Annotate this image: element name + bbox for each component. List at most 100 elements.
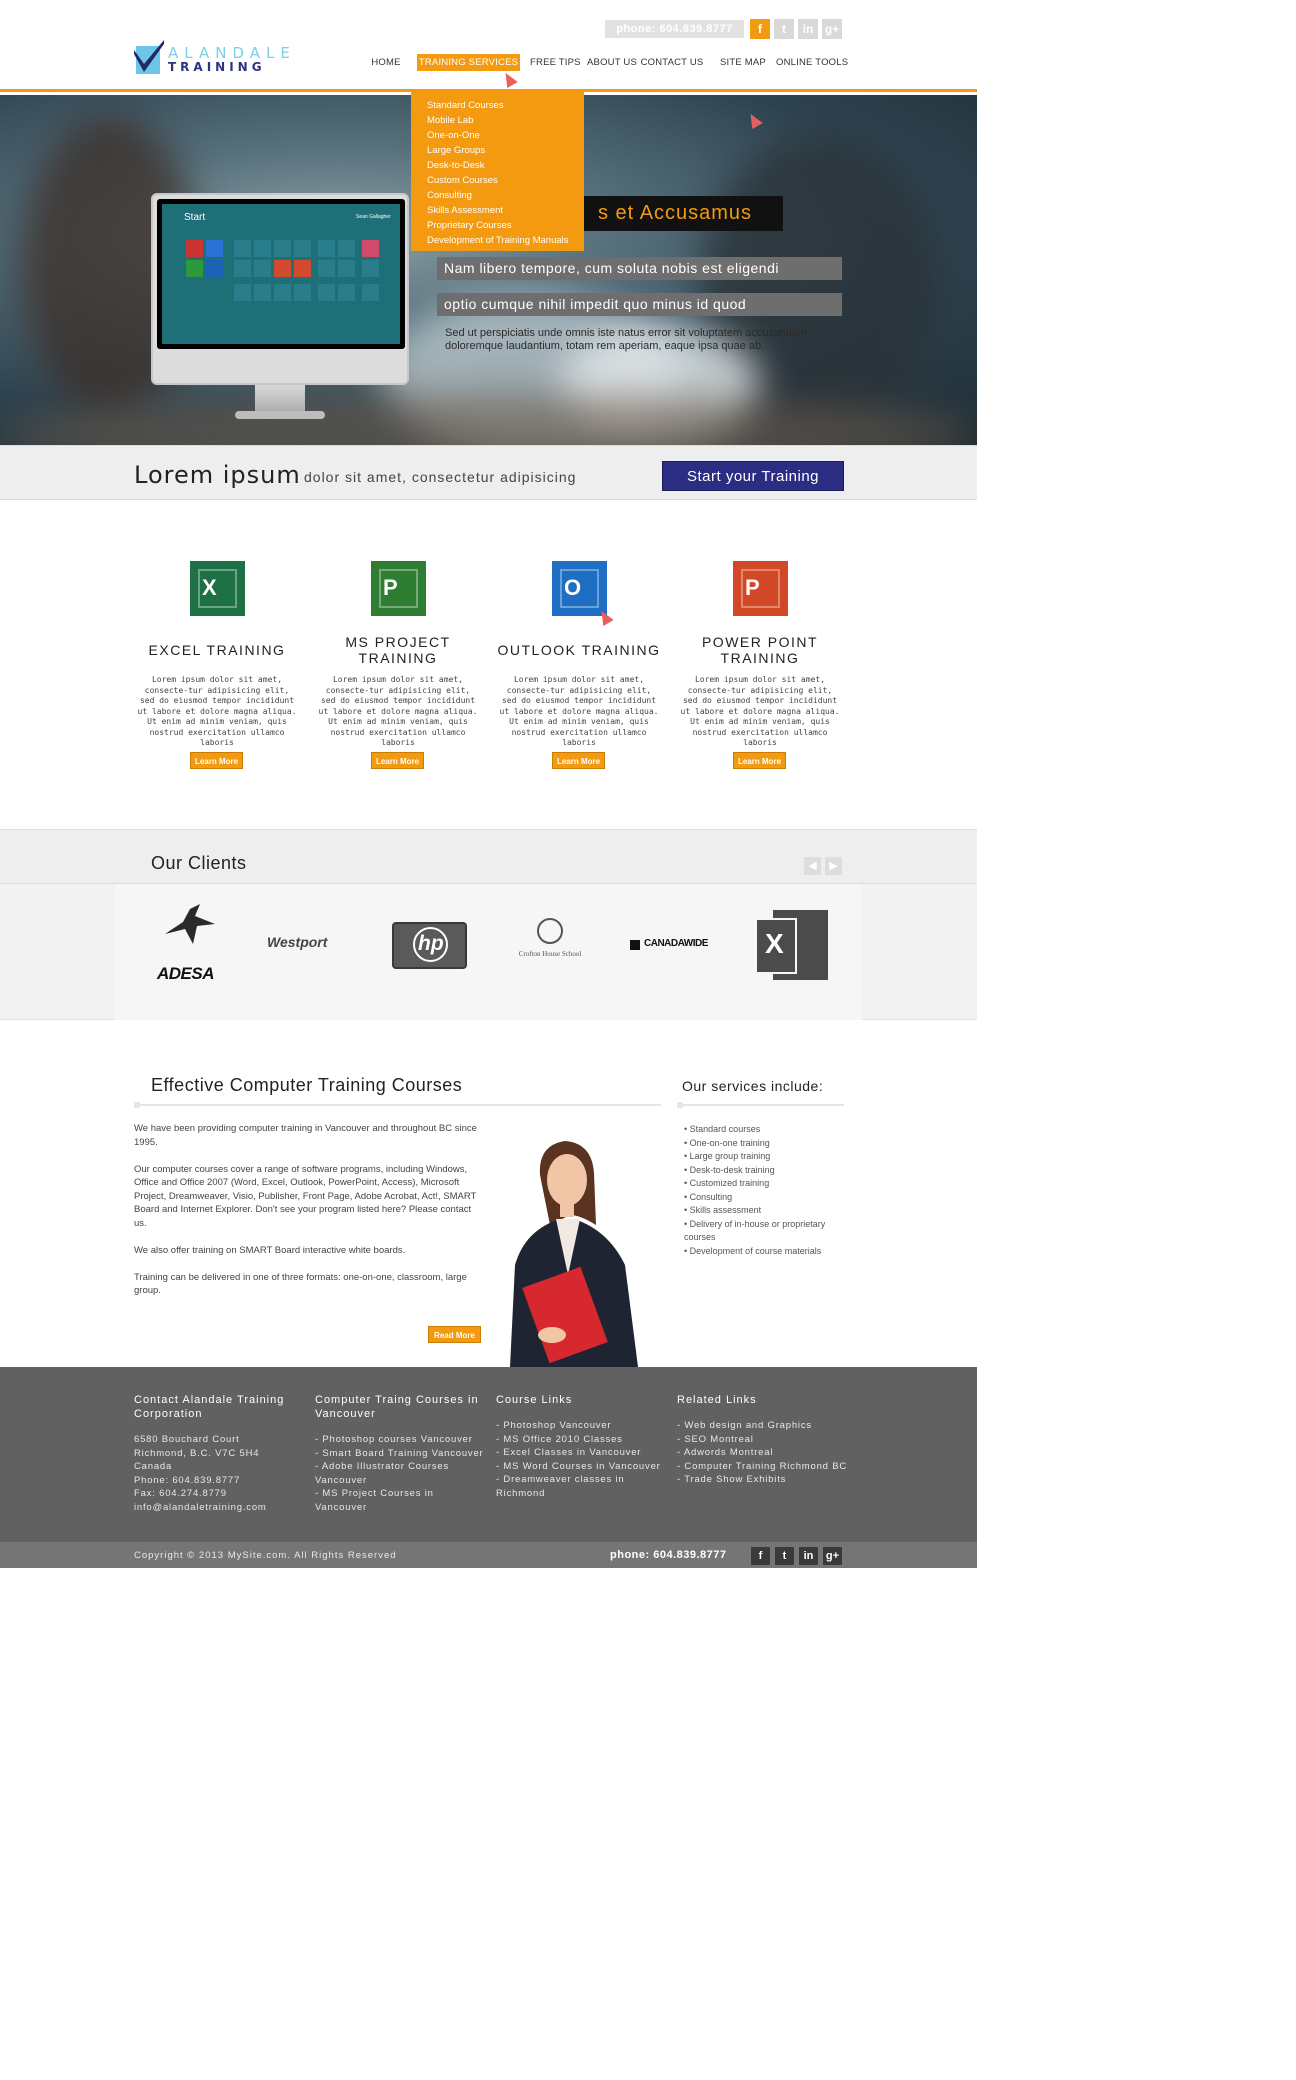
twitter-icon[interactable]: t: [774, 19, 794, 39]
footer-bottom-bar: Copyright © 2013 MySite.com. All Rights …: [0, 1542, 977, 1568]
footer-link[interactable]: - Trade Show Exhibits: [677, 1473, 847, 1487]
copyright-text: Copyright © 2013 MySite.com. All Rights …: [134, 1550, 397, 1561]
client-logo-hp[interactable]: hp: [392, 922, 467, 969]
service-list-text: Consulting: [689, 1191, 733, 1202]
footer-column: Related Links - Web design and Graphics - …: [677, 1393, 847, 1487]
client-logo-adesa[interactable]: ADESA: [155, 904, 225, 984]
monitor-base: [235, 411, 325, 419]
clients-prev-button[interactable]: ◀: [804, 857, 821, 875]
footer-link[interactable]: - Computer Training Richmond BC: [677, 1460, 847, 1474]
learn-more-button[interactable]: Learn More: [733, 752, 786, 769]
linkedin-icon[interactable]: in: [798, 19, 818, 39]
power-point-training-icon: P: [733, 561, 788, 616]
footer-column: Computer Traing Courses in Vancouver - Ph…: [315, 1393, 485, 1514]
dropdown-item-large-groups[interactable]: Large Groups: [411, 143, 584, 158]
footer-link[interactable]: - Smart Board Training Vancouver: [315, 1447, 485, 1461]
nav-free-tips[interactable]: FREE TIPS: [530, 54, 581, 71]
footer-link: Fax: 604.274.8779: [134, 1488, 227, 1499]
dropdown-item-mobile-lab[interactable]: Mobile Lab: [411, 113, 584, 128]
content-title: Effective Computer Training Courses: [151, 1075, 463, 1095]
eagle-icon: [165, 904, 215, 944]
clients-logos: ADESA Westport hp Crofton House School C…: [0, 884, 977, 1020]
facebook-icon[interactable]: f: [750, 19, 770, 39]
footer-link[interactable]: - Photoshop Vancouver: [496, 1419, 666, 1433]
footer-twitter-icon[interactable]: t: [775, 1547, 794, 1565]
service-list-item: • Large group training: [684, 1150, 844, 1164]
service-list-text: Skills assessment: [689, 1205, 762, 1215]
footer-link[interactable]: - MS Office 2010 Classes: [496, 1433, 666, 1447]
footer-link[interactable]: - Excel Classes in Vancouver: [496, 1446, 666, 1460]
dropdown-item-consulting[interactable]: Consulting: [411, 188, 584, 203]
service-list-item: • Delivery of in-house or proprietary co…: [684, 1218, 844, 1245]
dropdown-item-skills-assessment[interactable]: Skills Assessment: [411, 203, 584, 218]
service-list-text: Standard courses: [689, 1124, 761, 1134]
nav-site-map[interactable]: SITE MAP: [720, 54, 766, 71]
googleplus-icon[interactable]: g+: [822, 19, 842, 39]
footer-column-heading: Course Links: [496, 1394, 573, 1406]
footer-column-heading: Contact Alandale Training Corporation: [134, 1394, 285, 1420]
footer-link[interactable]: - Web design and Graphics: [677, 1419, 847, 1433]
service-title: MS PROJECT TRAINING: [345, 634, 451, 666]
dropdown-item-desk-to-desk[interactable]: Desk-to-Desk: [411, 158, 584, 173]
nav-home[interactable]: HOME: [365, 54, 407, 71]
read-more-button[interactable]: Read More: [428, 1326, 481, 1343]
cta-headline: Lorem ipsum: [134, 461, 301, 489]
learn-more-button[interactable]: Learn More: [190, 752, 243, 769]
service-description: Lorem ipsum dolor sit amet, consecte-tur…: [680, 675, 840, 747]
dropdown-item-standard-courses[interactable]: Standard Courses: [411, 98, 584, 113]
dropdown-item-custom-courses[interactable]: Custom Courses: [411, 173, 584, 188]
learn-more-button[interactable]: Learn More: [552, 752, 605, 769]
client-logo-crofton[interactable]: Crofton House School: [500, 918, 600, 978]
footer-link[interactable]: - Adobe Illustrator Courses Vancouver: [315, 1460, 485, 1487]
service-list-item: • Standard courses: [684, 1123, 844, 1137]
service-list-text: Development of course materials: [689, 1245, 822, 1256]
site-header: ALANDALE TRAINING phone: 604.839.8777 ft…: [0, 0, 977, 92]
header-phone: phone: 604.839.8777: [605, 20, 744, 38]
content-body: We have been providing computer training…: [134, 1122, 484, 1311]
footer-link[interactable]: - Photoshop courses Vancouver: [315, 1433, 485, 1447]
footer-link[interactable]: - MS Word Courses in Vancouver: [496, 1460, 666, 1474]
footer-link[interactable]: - SEO Montreal: [677, 1433, 847, 1447]
service-list-item: • Customized training: [684, 1177, 844, 1191]
footer-column: Course Links - Photoshop Vancouver - MS Of…: [496, 1393, 666, 1500]
nav-about-us[interactable]: ABOUT US: [587, 54, 637, 71]
services-list-title: Our services include:: [682, 1078, 824, 1094]
content-paragraph: We have been providing computer training…: [134, 1123, 477, 1148]
logo[interactable]: ALANDALE TRAINING: [134, 40, 294, 80]
services-list: • Standard courses • One-on-one training •…: [684, 1123, 844, 1258]
content-paragraph: Training can be delivered in one of thre…: [134, 1271, 467, 1297]
service-icon-letter: X: [202, 575, 217, 600]
footer-link[interactable]: - Adwords Montreal: [677, 1446, 847, 1460]
nav-online-tools[interactable]: ONLINE TOOLS: [776, 54, 848, 71]
client-logo-excel[interactable]: X: [755, 910, 830, 982]
hero-title: s et Accusamus: [584, 196, 783, 231]
nav-training-services[interactable]: TRAINING SERVICES: [417, 54, 520, 71]
nav-contact-us[interactable]: CONTACT US: [640, 54, 704, 71]
footer-link: 6580 Bouchard Court: [134, 1434, 240, 1445]
dropdown-item-development-of-training-manuals[interactable]: Development of Training Manuals: [411, 233, 584, 248]
businesswoman-image: [510, 1141, 638, 1367]
learn-more-button[interactable]: Learn More: [371, 752, 424, 769]
excel-icon: X: [765, 928, 784, 959]
dropdown-item-one-on-one[interactable]: One-on-One: [411, 128, 584, 143]
excel-training-icon: X: [190, 561, 245, 616]
service-title: OUTLOOK TRAINING: [497, 642, 661, 658]
footer-link[interactable]: - Dreamweaver classes in Richmond: [496, 1473, 666, 1500]
clients-next-button[interactable]: ▶: [825, 857, 842, 875]
dropdown-item-proprietary-courses[interactable]: Proprietary Courses: [411, 218, 584, 233]
footer-googleplus-icon[interactable]: g+: [823, 1547, 842, 1565]
service-list-item: • Consulting: [684, 1191, 844, 1205]
client-logo-canadawide[interactable]: CANADAWIDE: [630, 938, 720, 958]
clients-title: Our Clients: [151, 853, 247, 873]
service-title: POWER POINT TRAINING: [701, 634, 819, 666]
client-crofton-text: Crofton House School: [518, 950, 582, 958]
start-training-button[interactable]: Start your Training: [662, 461, 844, 491]
footer-link[interactable]: - MS Project Courses in Vancouver: [315, 1487, 485, 1514]
footer-linkedin-icon[interactable]: in: [799, 1547, 818, 1565]
client-logo-westport[interactable]: Westport: [267, 934, 347, 959]
footer-facebook-icon[interactable]: f: [751, 1547, 770, 1565]
service-title: EXCEL TRAINING: [148, 642, 286, 658]
service-description: Lorem ipsum dolor sit amet, consecte-tur…: [137, 675, 297, 747]
clients-header: Our Clients ◀ ▶: [0, 829, 977, 884]
service-list-item: • Desk-to-desk training: [684, 1164, 844, 1178]
